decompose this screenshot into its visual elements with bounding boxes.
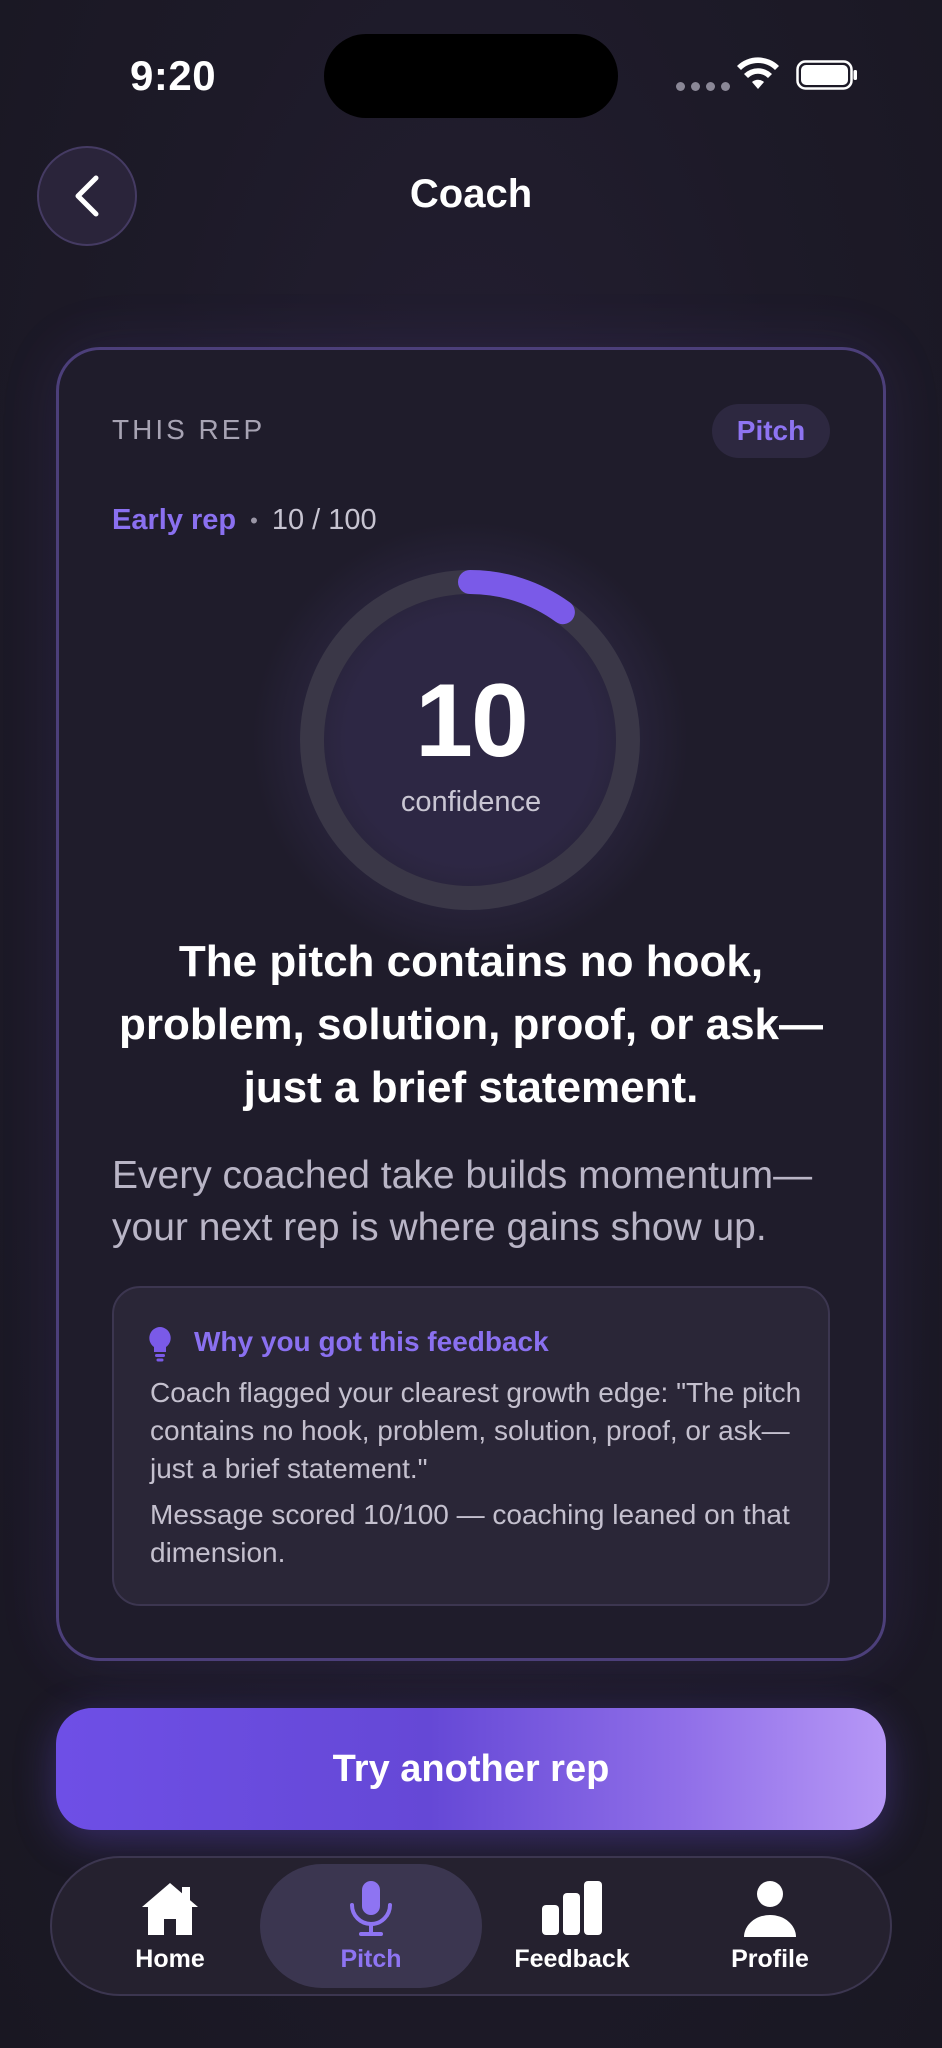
microphone-icon [350,1880,392,1936]
tab-feedback-label: Feedback [514,1944,630,1973]
confidence-value: 10 [415,663,529,779]
category-badge: Pitch [712,404,830,458]
house-icon [142,1882,198,1935]
tab-profile-label: Profile [731,1944,809,1973]
confidence-label: confidence [400,786,542,818]
tab-pitch[interactable]: Pitch [260,1864,482,1988]
tab-home-label: Home [135,1944,205,1973]
tab-feedback[interactable]: Feedback [472,1864,672,1988]
wifi-icon [737,57,779,89]
bar-chart-icon [542,1880,602,1935]
tab-home[interactable]: Home [70,1864,270,1988]
feedback-headline: The pitch contains no hook, problem, sol… [118,937,824,1112]
try-another-rep-button[interactable]: Try another rep [56,1708,886,1830]
cellular-signal-icon [676,82,730,91]
person-icon [744,1880,796,1937]
tab-pitch-label: Pitch [340,1944,402,1973]
rep-stage-label: Early rep [112,504,237,536]
encouragement-text: Every coached take builds momentum—your … [112,1154,813,1249]
why-feedback-note: Message scored 10/100 — coaching leaned … [150,1499,790,1568]
battery-icon [796,60,857,90]
section-label: THIS REP [112,414,266,445]
why-feedback-title: Why you got this feedback [194,1326,549,1357]
dynamic-island [324,34,618,118]
why-feedback-body: Coach flagged your clearest growth edge:… [150,1377,802,1484]
tab-profile[interactable]: Profile [670,1864,870,1988]
rep-meta: Early rep • 10 / 100 [112,504,377,537]
rep-score-text: 10 / 100 [271,504,377,536]
status-time: 9:20 [130,52,217,99]
lightbulb-icon [149,1327,171,1362]
page-title: Coach [409,172,533,216]
separator-dot: • [250,507,258,533]
